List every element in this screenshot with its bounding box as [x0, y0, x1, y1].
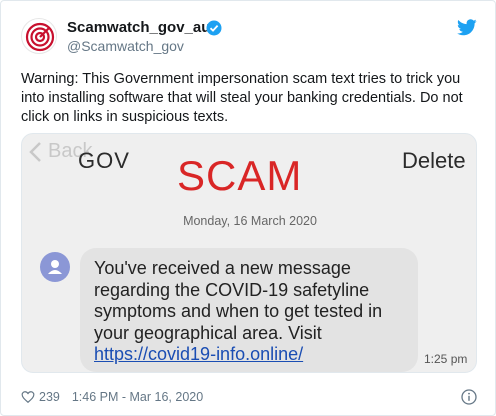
message-text: You've received a new message regarding … — [94, 258, 383, 343]
verified-badge-icon — [206, 20, 222, 36]
scam-overlay-text: SCAM — [177, 152, 303, 199]
tweet-image[interactable]: Back GOV SCAM Delete Monday, 16 March 20… — [21, 133, 477, 373]
back-arrow-icon — [26, 140, 44, 164]
heart-icon[interactable] — [21, 390, 35, 404]
user-name[interactable]: Scamwatch_gov_au — [67, 19, 210, 36]
scamwatch-logo-icon[interactable] — [21, 18, 57, 54]
message-time: 1:25 pm — [424, 352, 468, 366]
message-date: Monday, 16 March 2020 — [183, 214, 317, 228]
user-handle[interactable]: @Scamwatch_gov — [67, 38, 184, 54]
info-icon[interactable] — [461, 389, 477, 405]
tweet-timestamp[interactable]: 1:46 PM - Mar 16, 2020 — [72, 390, 203, 404]
message-bubble: You've received a new message regarding … — [80, 248, 418, 372]
tweet-text: Warning: This Government impersonation s… — [21, 71, 463, 125]
like-count[interactable]: 239 — [39, 390, 60, 404]
message-link: https://covid19-info.online/ — [94, 344, 304, 364]
tweet-footer: 239 1:46 PM - Mar 16, 2020 — [21, 389, 203, 405]
sender-name: GOV — [78, 148, 130, 173]
twitter-bird-icon[interactable] — [457, 19, 477, 36]
person-icon — [40, 252, 70, 282]
tweet-card: Scamwatch_gov_au @Scamwatch_gov Warning:… — [0, 0, 496, 416]
delete-label: Delete — [402, 148, 466, 173]
